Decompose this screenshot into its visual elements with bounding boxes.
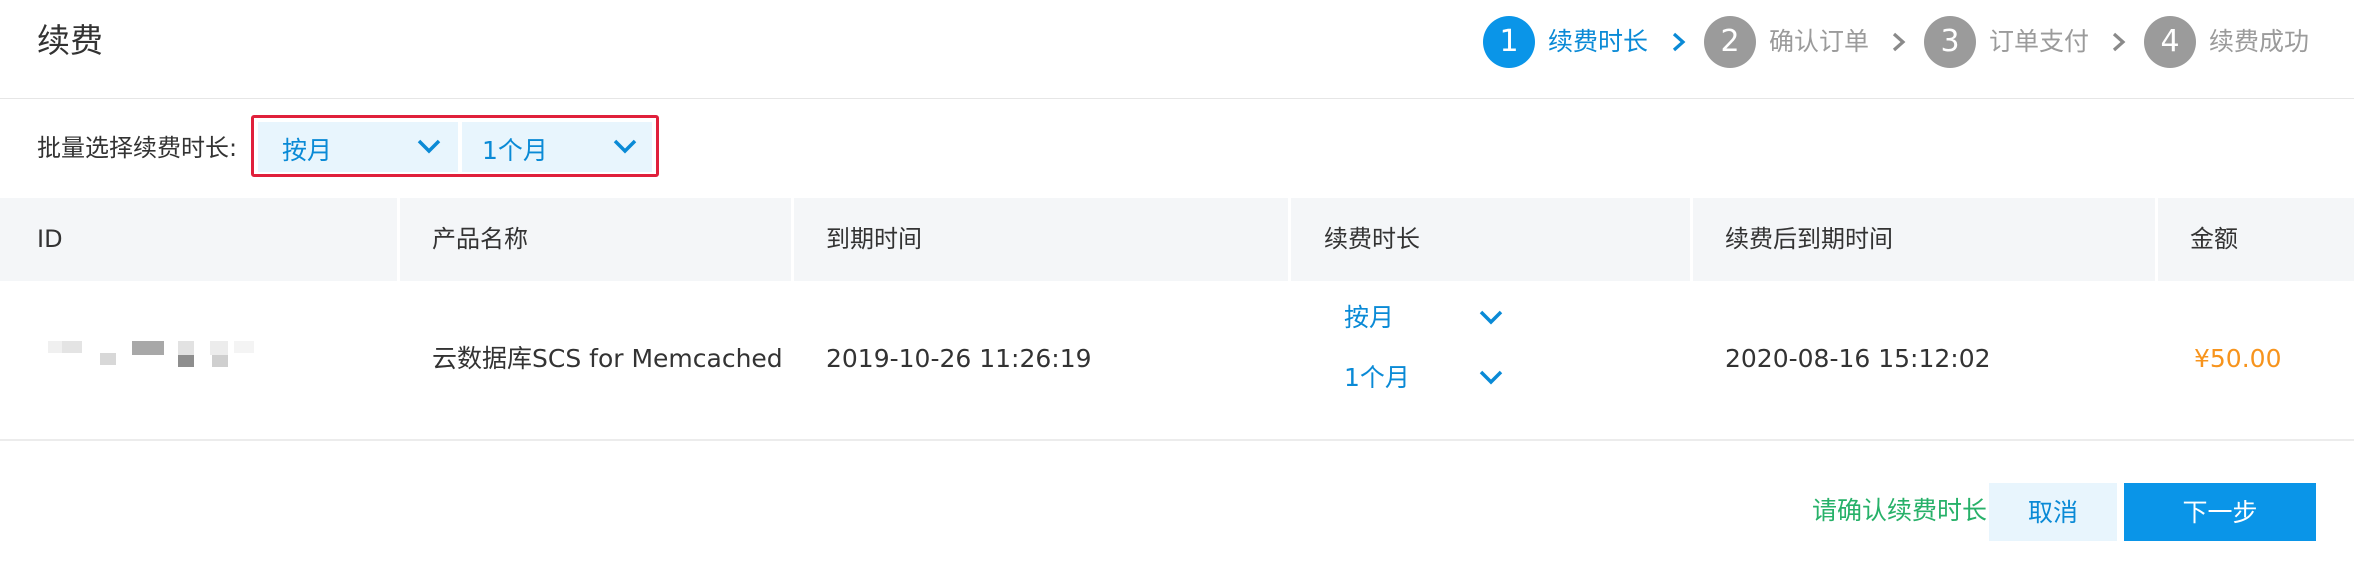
chevron-right-icon <box>2112 32 2126 52</box>
batch-duration-label: 批量选择续费时长: <box>37 134 238 162</box>
step-indicator: 1 续费时长 2 确认订单 3 订单支付 4 续费成功 <box>1480 14 2354 70</box>
instance-id-pixelated <box>48 341 258 381</box>
column-divider <box>1690 198 1693 281</box>
column-divider <box>397 198 400 281</box>
expire-time: 2019-10-26 11:26:19 <box>826 344 1092 373</box>
column-divider <box>2155 198 2158 281</box>
step-3-number: 3 <box>1924 16 1976 68</box>
chevron-down-icon <box>1479 370 1503 385</box>
table-header: ID 产品名称 到期时间 续费时长 续费后到期时间 金额 <box>0 198 2354 281</box>
chevron-down-icon <box>613 139 637 154</box>
step-2-number: 2 <box>1704 16 1756 68</box>
row-unit-value: 按月 <box>1344 303 1395 332</box>
page-title: 续费 <box>37 21 103 60</box>
next-step-button[interactable]: 下一步 <box>2124 483 2316 541</box>
step-1-label: 续费时长 <box>1548 27 1649 56</box>
column-header-amount: 金额 <box>2190 225 2238 253</box>
chevron-right-icon <box>1892 32 1906 52</box>
new-expire-time: 2020-08-16 15:12:02 <box>1725 344 1991 373</box>
table-row: 云数据库SCS for Memcached 2019-10-26 11:26:1… <box>0 281 2354 441</box>
chevron-down-icon <box>1479 310 1503 325</box>
batch-duration-select[interactable]: 1个月 <box>460 122 652 172</box>
row-duration-select[interactable]: 1个月 <box>1344 355 1514 401</box>
step-4-number: 4 <box>2144 16 2196 68</box>
column-header-id: ID <box>37 225 63 253</box>
step-2-label: 确认订单 <box>1769 27 1870 56</box>
product-name: 云数据库SCS for Memcached <box>432 344 783 373</box>
column-divider <box>1288 198 1291 281</box>
amount-value: ¥50.00 <box>2194 344 2282 373</box>
cancel-button[interactable]: 取消 <box>1989 483 2117 541</box>
header-divider <box>0 98 2354 99</box>
step-3-label: 订单支付 <box>1989 27 2090 56</box>
column-header-duration: 续费时长 <box>1324 225 1420 253</box>
row-unit-select[interactable]: 按月 <box>1344 295 1514 341</box>
batch-unit-value: 按月 <box>282 136 333 165</box>
row-duration-value: 1个月 <box>1344 363 1410 392</box>
chevron-down-icon <box>417 139 441 154</box>
batch-duration-selector: 按月 1个月 <box>251 115 659 177</box>
batch-unit-select[interactable]: 按月 <box>258 122 458 172</box>
column-header-product: 产品名称 <box>432 225 528 253</box>
column-header-expire: 到期时间 <box>826 225 922 253</box>
column-header-new-expire: 续费后到期时间 <box>1725 225 1893 253</box>
confirm-hint: 请确认续费时长 <box>1812 496 1988 525</box>
step-1-number: 1 <box>1483 16 1535 68</box>
chevron-right-icon <box>1672 32 1686 52</box>
batch-duration-value: 1个月 <box>482 136 548 165</box>
step-4-label: 续费成功 <box>2209 27 2310 56</box>
column-divider <box>791 198 794 281</box>
